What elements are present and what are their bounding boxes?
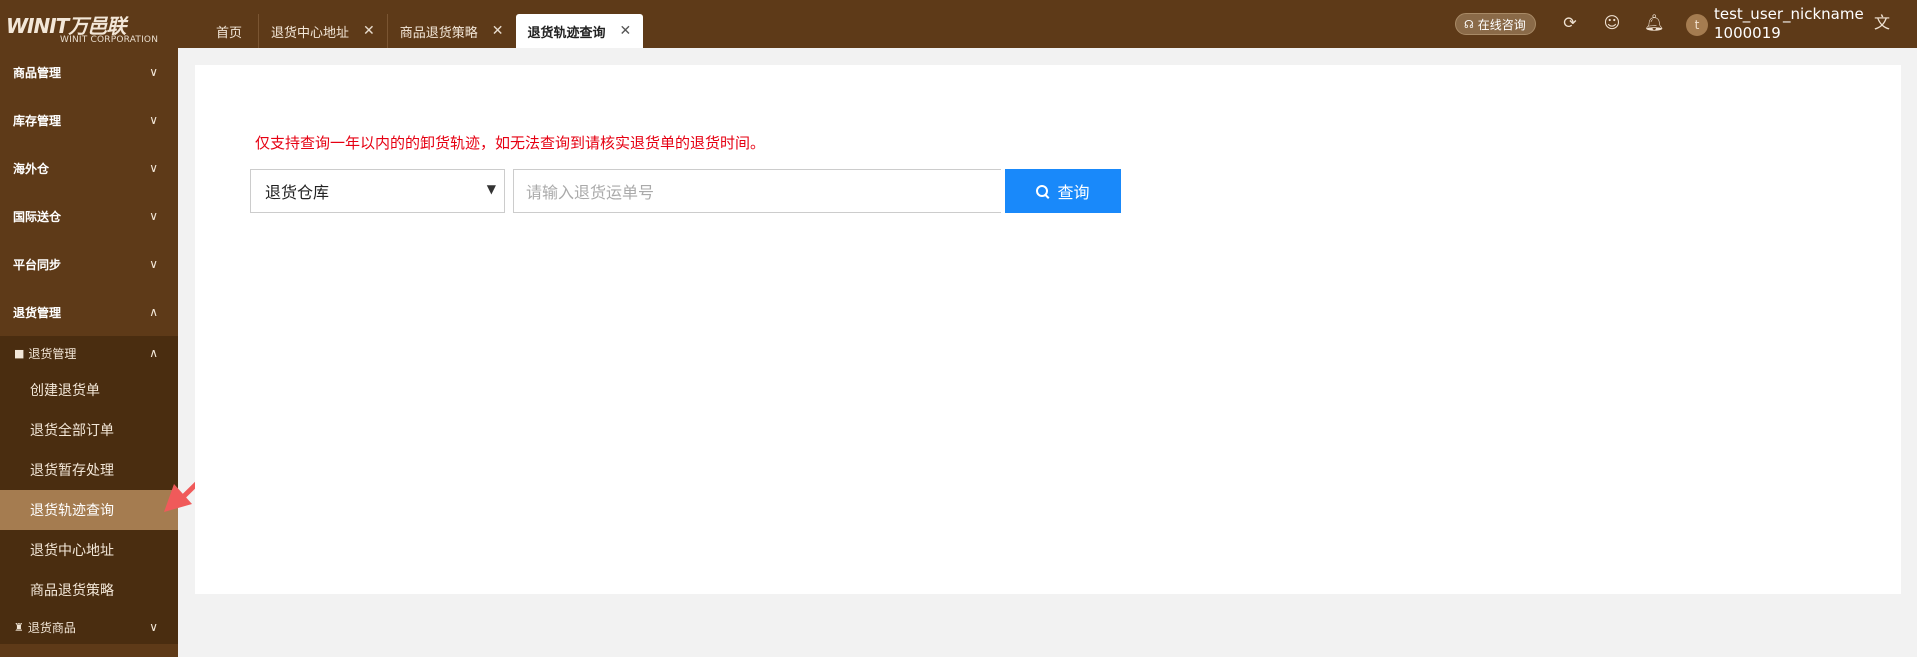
user-nickname: test_user_nickname — [1714, 5, 1864, 23]
warehouse-select[interactable]: 退货仓库 ▼ — [250, 169, 505, 213]
sidebar-item-label: 退货全部订单 — [30, 423, 114, 439]
tracking-number-input[interactable]: 请输入退货运单号 — [513, 169, 1001, 213]
headset-icon: ☊ — [1464, 17, 1474, 31]
tab-label: 退货轨迹查询 — [527, 25, 606, 41]
sidebar-item-label: 商品退货策略 — [30, 583, 114, 599]
top-header: WINIT万邑联 WINIT CORPORATION 首页 退货中心地址 ✕ 商… — [0, 0, 1917, 48]
sidebar-item-label: 平台同步 — [13, 257, 62, 272]
sidebar-item-label: 库存管理 — [13, 113, 62, 128]
query-notice: 仅支持查询一年以内的的卸货轨迹，如无法查询到请核实退货单的退货时间。 — [255, 134, 766, 152]
close-icon[interactable]: ✕ — [492, 23, 504, 39]
chevron-up-icon: ∧ — [149, 305, 158, 319]
tab-return-center-address[interactable]: 退货中心地址 ✕ — [258, 14, 387, 48]
search-icon — [1036, 184, 1049, 198]
sidebar-item-label: 商品管理 — [13, 65, 62, 80]
chevron-down-icon: ▼ — [486, 182, 496, 196]
sidebar-item-product-management[interactable]: 商品管理 ∨ — [0, 48, 178, 96]
tab-label: 退货中心地址 — [271, 25, 350, 41]
user-info[interactable]: test_user_nickname 1000019 — [1714, 5, 1864, 43]
translate-icon[interactable]: 文 — [1872, 13, 1892, 33]
chevron-down-icon: ∨ — [149, 209, 158, 223]
user-id: 1000019 — [1714, 24, 1781, 42]
sidebar-item-label: 创建退货单 — [30, 383, 100, 399]
tab-home[interactable]: 首页 — [200, 14, 258, 48]
sidebar-item-label: 退货轨迹查询 — [30, 503, 114, 519]
search-button[interactable]: 查询 — [1005, 169, 1121, 213]
search-button-label: 查询 — [1057, 183, 1090, 202]
warehouse-select-value: 退货仓库 — [265, 183, 330, 202]
sidebar-item-return-tracking[interactable]: 退货轨迹查询 — [0, 490, 178, 530]
tab-label: 商品退货策略 — [399, 25, 478, 41]
sidebar-item-return-staging[interactable]: 退货暂存处理 — [0, 450, 178, 490]
shirt-icon: ♜ — [14, 620, 24, 634]
refresh-icon[interactable]: ⟳ — [1560, 13, 1580, 33]
tab-bar: 首页 退货中心地址 ✕ 商品退货策略 ✕ 退货轨迹查询 ✕ — [200, 14, 644, 48]
chevron-down-icon: ∨ — [149, 65, 158, 79]
online-consult-label: 在线咨询 — [1477, 17, 1526, 32]
sidebar-item-overseas-warehouse[interactable]: 海外仓 ∨ — [0, 144, 178, 192]
sidebar-item-label: 退货中心地址 — [30, 543, 114, 559]
tab-label: 首页 — [216, 25, 243, 41]
close-icon[interactable]: ✕ — [620, 23, 632, 39]
tab-product-return-policy[interactable]: 商品退货策略 ✕ — [386, 14, 516, 48]
avatar[interactable]: t — [1686, 14, 1708, 36]
chevron-down-icon: ∨ — [149, 161, 158, 175]
sidebar-item-label: 退货管理 — [13, 305, 62, 320]
sidebar-item-label: 国际送仓 — [13, 209, 62, 224]
chevron-down-icon: ∨ — [149, 257, 158, 271]
sidebar-item-label: 海外仓 — [13, 161, 50, 176]
sidebar-item-inventory-management[interactable]: 库存管理 ∨ — [0, 96, 178, 144]
main-card: 仅支持查询一年以内的的卸货轨迹，如无法查询到请核实退货单的退货时间。 退货仓库 … — [195, 65, 1901, 594]
sidebar-group-label: 退货商品 — [27, 620, 76, 635]
feedback-icon[interactable]: ☺ — [1602, 13, 1622, 33]
sidebar-group-return-management[interactable]: ■ 退货管理 ∧ — [0, 336, 178, 370]
sidebar-item-return-management[interactable]: 退货管理 ∧ — [0, 288, 178, 336]
tracking-number-placeholder: 请输入退货运单号 — [526, 183, 655, 202]
sidebar-item-international-delivery[interactable]: 国际送仓 ∨ — [0, 192, 178, 240]
sidebar-item-create-return[interactable]: 创建退货单 — [0, 370, 178, 410]
sidebar-item-product-return-policy[interactable]: 商品退货策略 — [0, 570, 178, 610]
bell-icon[interactable]: 🔔︎ — [1644, 13, 1664, 33]
chevron-up-icon: ∧ — [149, 346, 158, 360]
brand-logo[interactable]: WINIT万邑联 WINIT CORPORATION — [6, 8, 166, 48]
sidebar-item-all-return-orders[interactable]: 退货全部订单 — [0, 410, 178, 450]
chevron-down-icon: ∨ — [149, 113, 158, 127]
bag-icon: ■ — [14, 346, 25, 360]
online-consult-button[interactable]: ☊ 在线咨询 — [1455, 13, 1536, 35]
return-submenu: ■ 退货管理 ∧ 创建退货单 退货全部订单 退货暂存处理 退货轨迹查询 退货中心… — [0, 336, 178, 644]
sidebar-item-platform-sync[interactable]: 平台同步 ∨ — [0, 240, 178, 288]
close-icon[interactable]: ✕ — [363, 23, 375, 39]
chevron-down-icon: ∨ — [149, 620, 158, 634]
sidebar-group-label: 退货管理 — [28, 346, 77, 361]
sidebar-item-return-center-address[interactable]: 退货中心地址 — [0, 530, 178, 570]
tab-return-tracking-query[interactable]: 退货轨迹查询 ✕ — [515, 14, 644, 48]
sidebar: 商品管理 ∨ 库存管理 ∨ 海外仓 ∨ 国际送仓 ∨ 平台同步 ∨ 退货管理 ∧… — [0, 48, 178, 657]
sidebar-group-return-goods[interactable]: ♜ 退货商品 ∨ — [0, 610, 178, 644]
logo-subtitle: WINIT CORPORATION — [60, 35, 159, 45]
sidebar-item-label: 退货暂存处理 — [30, 463, 114, 479]
